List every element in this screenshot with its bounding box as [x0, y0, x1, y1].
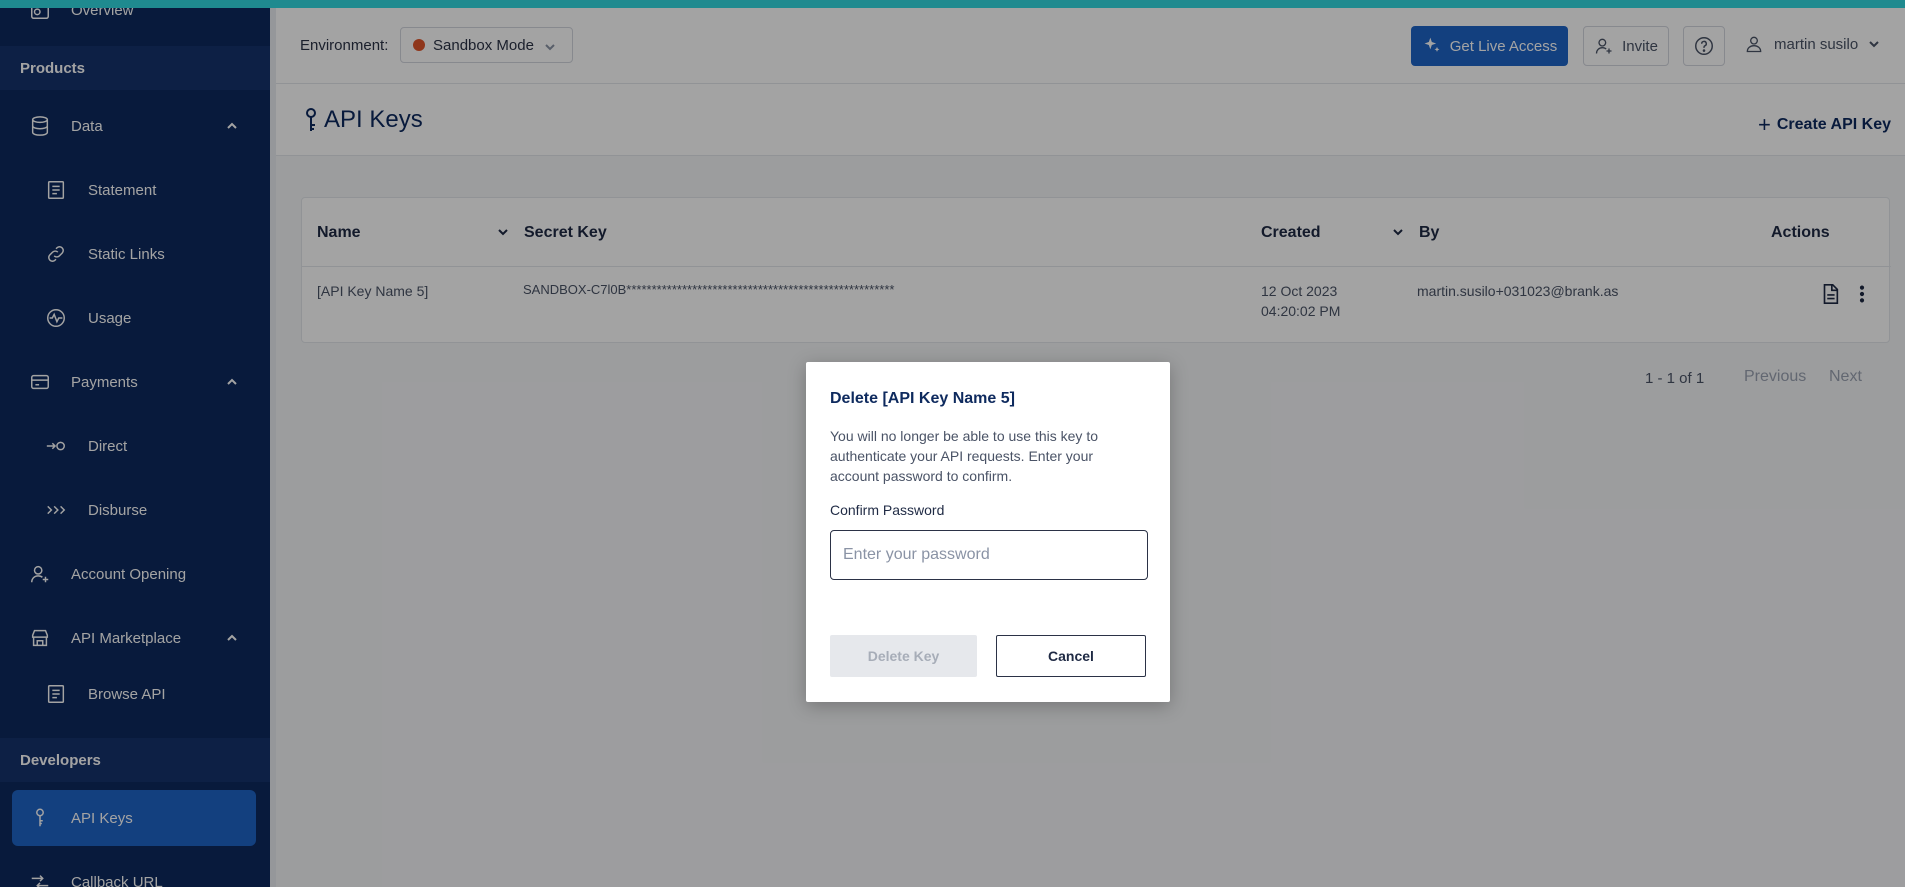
- confirm-password-input[interactable]: [830, 530, 1148, 580]
- delete-key-button[interactable]: Delete Key: [830, 635, 977, 677]
- dialog-description: You will no longer be able to use this k…: [830, 428, 1098, 484]
- cancel-button[interactable]: Cancel: [996, 635, 1146, 677]
- delete-key-dialog: Delete [API Key Name 5] You will no long…: [806, 362, 1170, 702]
- top-accent-bar: [0, 0, 1905, 8]
- dialog-title: Delete [API Key Name 5]: [830, 390, 1015, 407]
- confirm-password-label: Confirm Password: [830, 502, 945, 518]
